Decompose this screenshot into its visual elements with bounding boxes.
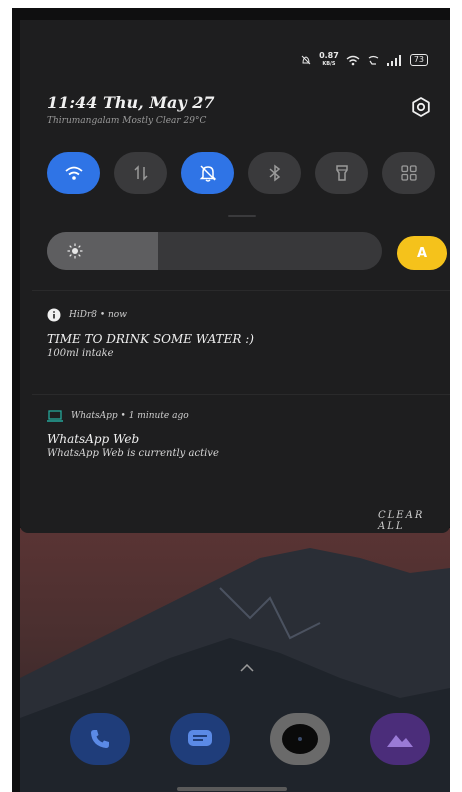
quick-settings-tiles [47, 152, 435, 194]
phone-screen: 0.87 KB/S 73 11:44 Thu, May 27 Thirumang… [12, 8, 450, 792]
notification-body: 100ml intake [47, 348, 114, 359]
brightness-fill [47, 232, 158, 270]
wifi-calling-icon [368, 55, 379, 65]
network-speed: 0.87 KB/S [319, 52, 339, 68]
battery-icon: 73 [409, 54, 428, 66]
signal-icon [386, 54, 401, 66]
settings-icon [412, 97, 430, 117]
network-speed-unit: KB/S [322, 61, 336, 67]
notification-app: HiDr8 • now [69, 310, 127, 320]
phone-icon [91, 730, 109, 748]
wifi-status-icon [346, 55, 360, 65]
weather-info[interactable]: Thirumangalam Mostly Clear 29°C [47, 116, 206, 126]
notifications-off-icon [199, 165, 216, 182]
flashlight-icon [335, 165, 348, 181]
more-tiles-toggle[interactable] [382, 152, 435, 194]
status-bar: 0.87 KB/S 73 [300, 52, 428, 68]
notification-hidr8[interactable]: HiDr8 • now TIME TO DRINK SOME WATER :) … [47, 308, 254, 359]
notification-body: WhatsApp Web is currently active [47, 448, 219, 459]
notification-whatsapp[interactable]: WhatsApp • 1 minute ago WhatsApp Web Wha… [47, 410, 219, 459]
drag-handle[interactable] [228, 215, 256, 217]
mobile-data-toggle[interactable] [114, 152, 167, 194]
date-time[interactable]: 11:44 Thu, May 27 [47, 93, 215, 112]
messages-app[interactable] [170, 713, 230, 765]
mobile-data-icon [133, 165, 148, 181]
wifi-icon [64, 166, 83, 180]
divider [32, 290, 450, 291]
message-icon [188, 730, 212, 746]
bluetooth-toggle[interactable] [248, 152, 301, 194]
grid-icon [400, 165, 417, 181]
network-speed-value: 0.87 [319, 51, 339, 60]
camera-app[interactable] [270, 713, 330, 765]
auto-brightness-button[interactable]: A [397, 236, 447, 270]
divider [32, 394, 450, 395]
phone-app[interactable] [70, 713, 130, 765]
info-icon [47, 308, 61, 322]
brightness-icon [67, 243, 83, 259]
chevron-up-icon [240, 664, 254, 672]
do-not-disturb-toggle[interactable] [181, 152, 234, 194]
navigation-pill[interactable] [177, 787, 287, 791]
gallery-icon [387, 735, 413, 747]
brightness-slider[interactable] [47, 232, 382, 270]
camera-icon [282, 724, 318, 754]
flashlight-toggle[interactable] [315, 152, 368, 194]
wifi-toggle[interactable] [47, 152, 100, 194]
gallery-app[interactable] [370, 713, 430, 765]
notification-title: WhatsApp Web [47, 432, 140, 446]
alarm-off-icon [301, 55, 311, 65]
app-dock [70, 713, 430, 765]
clear-all-button[interactable]: CLEAR ALL [378, 510, 450, 532]
notification-app: WhatsApp • 1 minute ago [71, 411, 189, 421]
bluetooth-icon [269, 164, 280, 182]
notification-title: TIME TO DRINK SOME WATER :) [47, 332, 254, 346]
settings-button[interactable] [410, 96, 432, 118]
laptop-icon [47, 410, 63, 422]
